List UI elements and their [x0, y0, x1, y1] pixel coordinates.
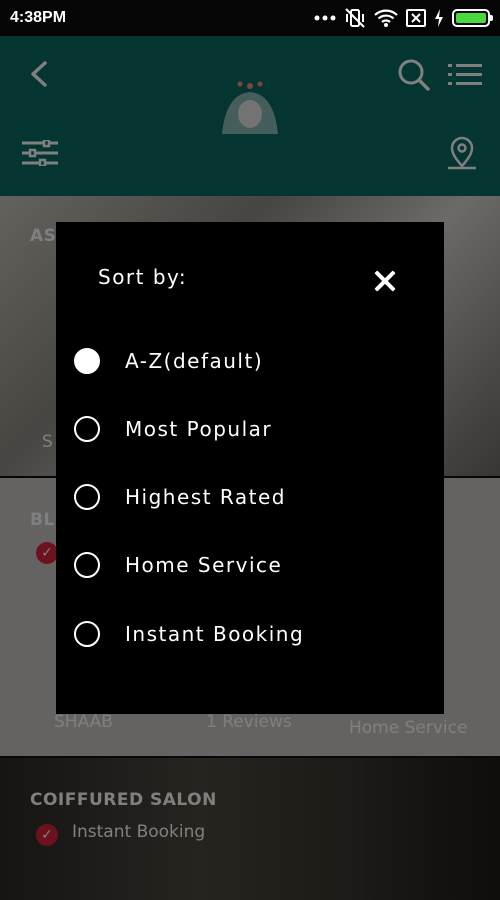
wifi-icon [374, 9, 398, 27]
status-icons [314, 7, 493, 29]
sort-option-label: Home Service [125, 553, 283, 577]
sort-option-az[interactable]: A-Z(default) [74, 341, 414, 381]
radio-icon[interactable] [74, 484, 100, 510]
sim-off-icon [406, 9, 426, 27]
sort-option-label: Instant Booking [125, 622, 305, 646]
status-bar: 4:38PM [0, 0, 500, 36]
dialog-title: Sort by: [98, 265, 188, 289]
radio-selected-icon[interactable] [74, 348, 100, 374]
sort-option-home-service[interactable]: Home Service [74, 545, 414, 585]
radio-icon[interactable] [74, 552, 100, 578]
sort-option-highest-rated[interactable]: Highest Rated [74, 477, 414, 517]
sort-option-most-popular[interactable]: Most Popular [74, 409, 414, 449]
radio-icon[interactable] [74, 416, 100, 442]
sort-option-label: A-Z(default) [125, 349, 264, 373]
charging-icon [435, 9, 443, 27]
more-dots-icon [314, 15, 336, 21]
status-time: 4:38PM [10, 9, 67, 26]
sort-option-instant-booking[interactable]: Instant Booking [74, 614, 414, 654]
battery-icon [452, 9, 493, 27]
sort-option-label: Highest Rated [125, 485, 286, 509]
sort-option-label: Most Popular [125, 417, 273, 441]
radio-icon[interactable] [74, 621, 100, 647]
sort-dialog: Sort by: A-Z(default) Most Popular Highe… [56, 222, 444, 714]
close-icon[interactable] [374, 270, 396, 292]
vibrate-off-icon [345, 8, 365, 28]
